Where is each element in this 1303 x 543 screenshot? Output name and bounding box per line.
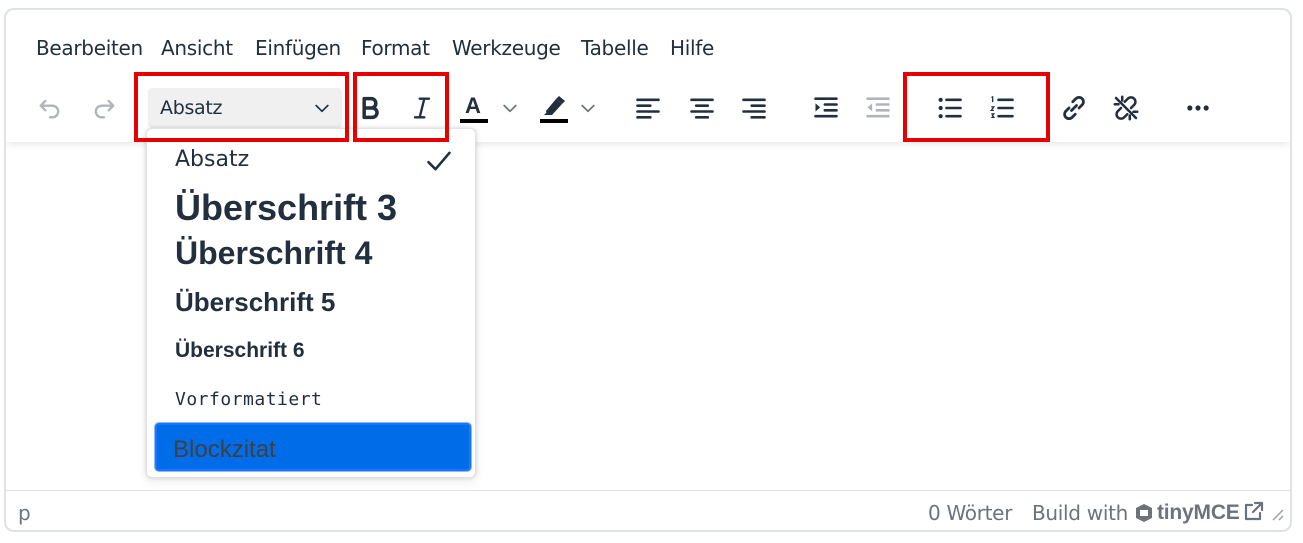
dropdown-item-ueberschrift-4[interactable]: Überschrift 4 [175, 235, 372, 272]
unlink-icon [1113, 95, 1139, 121]
bullet-list-button[interactable] [930, 88, 970, 128]
link-button[interactable] [1054, 88, 1094, 128]
bold-button[interactable] [350, 88, 390, 128]
dropdown-item-ueberschrift-3[interactable]: Überschrift 3 [175, 187, 397, 229]
bold-icon [362, 96, 379, 120]
menu-hilfe[interactable]: Hilfe [670, 36, 714, 60]
dropdown-item-blockzitat[interactable]: Blockzitat [155, 423, 471, 471]
align-right-button[interactable] [734, 88, 774, 128]
more-button[interactable] [1178, 88, 1218, 128]
word-count[interactable]: 0 Wörter [928, 501, 1012, 525]
chevron-down-icon [503, 104, 517, 113]
highlighter-icon [540, 96, 568, 123]
undo-button[interactable] [30, 88, 70, 128]
undo-icon [39, 99, 60, 119]
menu-tabelle[interactable]: Tabelle [581, 36, 649, 60]
indent-button[interactable] [806, 88, 846, 128]
branding[interactable]: Build with tinyMCE [1032, 501, 1240, 525]
dropdown-item-vorformatiert[interactable]: Vorformatiert [175, 389, 322, 410]
link-icon [1063, 95, 1085, 121]
external-link-icon[interactable] [1242, 499, 1266, 523]
dropdown-item-absatz[interactable]: Absatz [175, 147, 249, 172]
tinymce-logo: tinyMCE [1134, 501, 1240, 525]
text-color-letter: A [465, 93, 481, 118]
outdent-button[interactable] [858, 88, 898, 128]
menu-einfuegen[interactable]: Einfügen [255, 36, 341, 60]
blocks-select-value: Absatz [160, 97, 223, 119]
align-center-icon [690, 98, 714, 119]
menu-format[interactable]: Format [361, 36, 430, 60]
menubar: Bearbeiten Ansicht Einfügen Format Werkz… [6, 10, 1290, 80]
chevron-down-icon [315, 104, 329, 113]
numbered-list-icon [990, 95, 1014, 118]
blocks-select[interactable]: Absatz [148, 88, 342, 128]
align-left-icon [636, 98, 660, 119]
brand-name: tinyMCE [1157, 501, 1240, 524]
blocks-dropdown-menu: Absatz Überschrift 3 Überschrift 4 Übers… [146, 128, 476, 478]
italic-button[interactable] [402, 88, 442, 128]
more-icon [1187, 105, 1209, 111]
unlink-button[interactable] [1106, 88, 1146, 128]
text-color-button[interactable]: A [454, 88, 494, 128]
chevron-down-icon [581, 104, 595, 113]
highlight-color-button[interactable] [534, 88, 574, 128]
align-left-button[interactable] [628, 88, 668, 128]
outdent-icon [866, 97, 890, 118]
align-right-icon [742, 98, 766, 119]
redo-icon [94, 99, 115, 119]
menu-ansicht[interactable]: Ansicht [161, 36, 233, 60]
text-color-dropdown[interactable] [498, 88, 522, 128]
element-path[interactable]: p [18, 501, 31, 525]
redo-button[interactable] [84, 88, 124, 128]
dropdown-item-blockzitat-label: Blockzitat [173, 436, 276, 463]
menu-bearbeiten[interactable]: Bearbeiten [36, 36, 143, 60]
build-with-label: Build with [1032, 501, 1128, 525]
bullet-list-icon [938, 97, 962, 119]
align-center-button[interactable] [682, 88, 722, 128]
menu-werkzeuge[interactable]: Werkzeuge [452, 36, 561, 60]
tinymce-logo-icon [1136, 504, 1152, 522]
text-color-icon: A [459, 91, 489, 125]
resize-handle-icon[interactable] [1270, 507, 1284, 521]
indent-icon [814, 97, 838, 118]
highlight-color-dropdown[interactable] [576, 88, 600, 128]
dropdown-item-ueberschrift-6[interactable]: Überschrift 6 [175, 339, 305, 363]
dropdown-item-ueberschrift-5[interactable]: Überschrift 5 [175, 287, 335, 318]
statusbar: p 0 Wörter Build with tinyMCE [6, 490, 1290, 530]
italic-icon [413, 97, 431, 119]
numbered-list-button[interactable] [982, 88, 1022, 128]
checkmark-icon [427, 151, 451, 171]
